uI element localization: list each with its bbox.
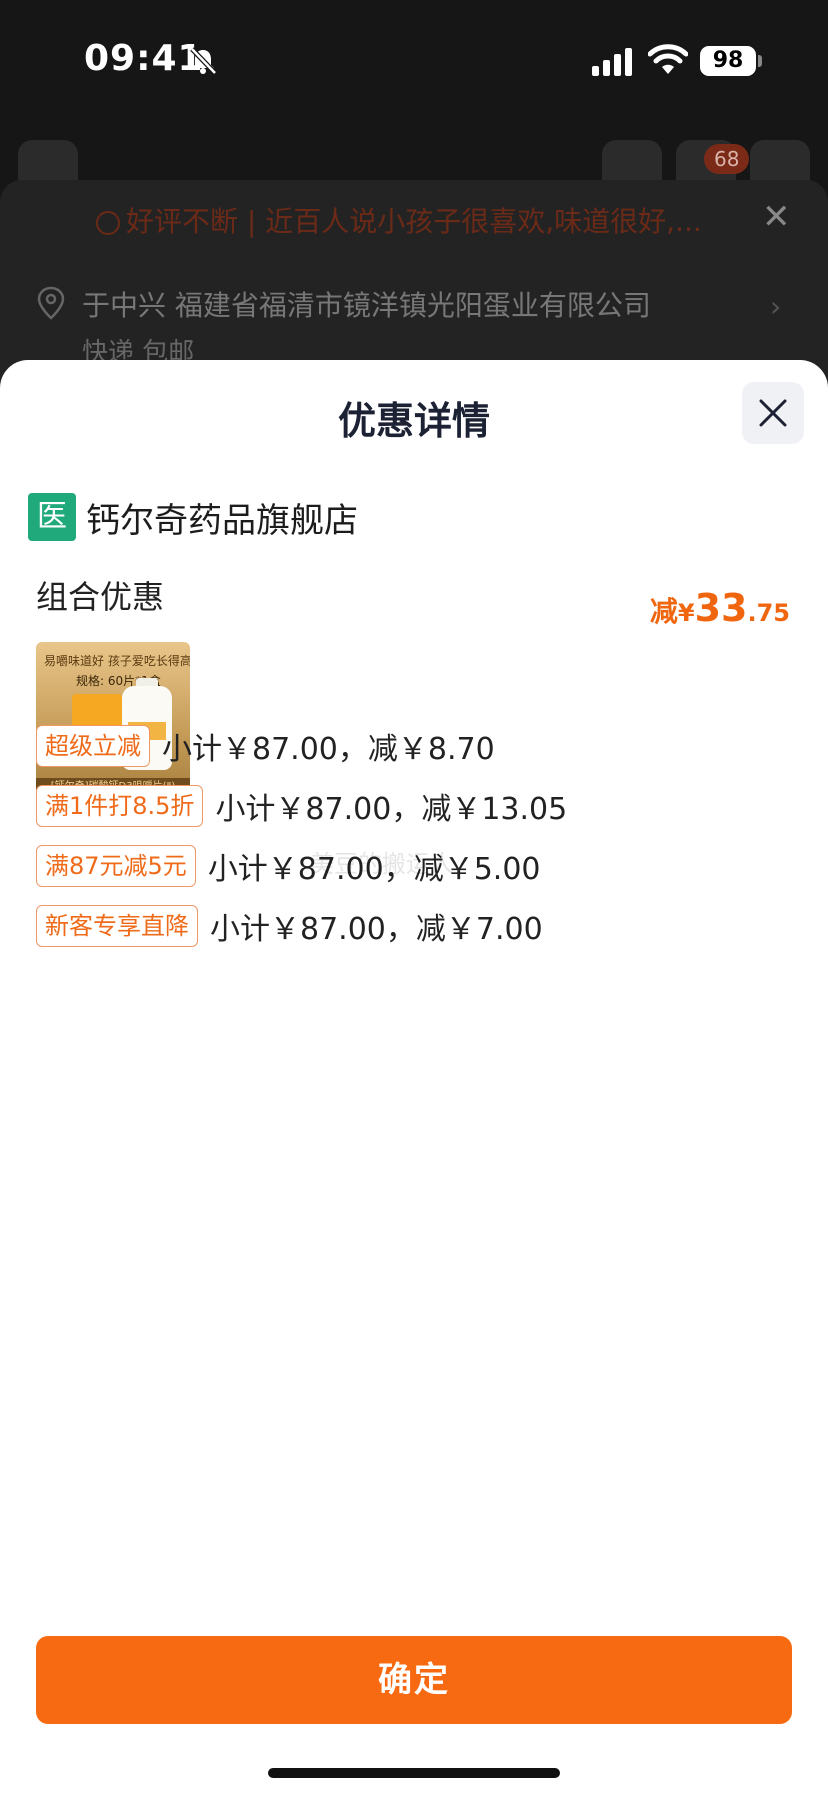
- chevron-right-icon: ›: [770, 290, 782, 323]
- battery-cap: [758, 55, 762, 67]
- notice-close-icon[interactable]: ✕: [762, 200, 791, 234]
- status-time: 09:41: [84, 38, 204, 79]
- home-indicator: [268, 1768, 560, 1778]
- promo-row: 新客专享直降 小计￥87.00，减￥7.00: [36, 904, 543, 948]
- close-button[interactable]: [742, 382, 804, 444]
- promo-row: 满87元减5元 小计￥87.00，减￥5.00: [36, 844, 541, 888]
- store-name: 钙尔奇药品旗舰店: [86, 500, 358, 541]
- promo-text: 小计￥87.00，减￥13.05: [215, 792, 568, 827]
- sheet-title: 优惠详情: [337, 399, 490, 443]
- section-title: 组合优惠: [36, 578, 165, 616]
- status-bar: 09:41 98: [0, 0, 828, 120]
- product-image-slogan: 易嚼味道好 孩子爱吃长得高: [44, 654, 190, 668]
- discount-details-sheet: 优惠详情 医 钙尔奇药品旗舰店 组合优惠 减¥33.75 易嚼味道好 孩子爱吃长…: [0, 360, 828, 1796]
- total-discount-integer: 33: [694, 586, 748, 630]
- store-row[interactable]: 医 钙尔奇药品旗舰店: [28, 492, 358, 542]
- promo-tag: 满87元减5元: [36, 845, 196, 887]
- promo-tag: 满1件打8.5折: [36, 785, 204, 827]
- chat-icon: [96, 211, 120, 235]
- promo-row: 满1件打8.5折 小计￥87.00，减￥13.05: [36, 784, 567, 828]
- watermark: 美豆的搬运人: [310, 850, 454, 878]
- total-discount-label: 减: [649, 595, 678, 628]
- total-discount: 减¥33.75: [650, 586, 790, 630]
- close-icon: [759, 399, 787, 427]
- review-notice-text: 好评不断 | 近百人说小孩子很喜欢,味道很好,...: [126, 205, 702, 238]
- total-discount-decimal: .75: [747, 599, 790, 627]
- bell-muted-icon: [190, 47, 217, 75]
- promo-tag: 超级立减: [36, 725, 150, 767]
- wifi-icon: [648, 44, 688, 74]
- confirm-button[interactable]: 确定: [36, 1636, 792, 1724]
- promo-text: 小计￥87.00，减￥8.70: [162, 732, 495, 767]
- cart-badge: 68: [704, 144, 750, 174]
- promo-text: 小计￥87.00，减￥7.00: [210, 912, 543, 947]
- battery-indicator: 98: [700, 46, 756, 76]
- total-discount-currency: ¥: [677, 599, 695, 627]
- review-notice: 好评不断 | 近百人说小孩子很喜欢,味道很好,...: [96, 200, 702, 240]
- store-logo: 医: [28, 493, 76, 541]
- product-image[interactable]: 易嚼味道好 孩子爱吃长得高 规格: 60片*1盒 [钙尔奇]碳酸钙D3咀嚼片(Ⅱ…: [36, 642, 190, 796]
- location-pin-icon: [37, 286, 65, 320]
- delivery-address: 于中兴 福建省福清市镜洋镇光阳蛋业有限公司: [82, 289, 651, 322]
- promo-tag: 新客专享直降: [36, 905, 198, 947]
- signal-icon: [592, 48, 632, 76]
- promo-row: 超级立减 小计￥87.00，减￥8.70: [36, 724, 495, 768]
